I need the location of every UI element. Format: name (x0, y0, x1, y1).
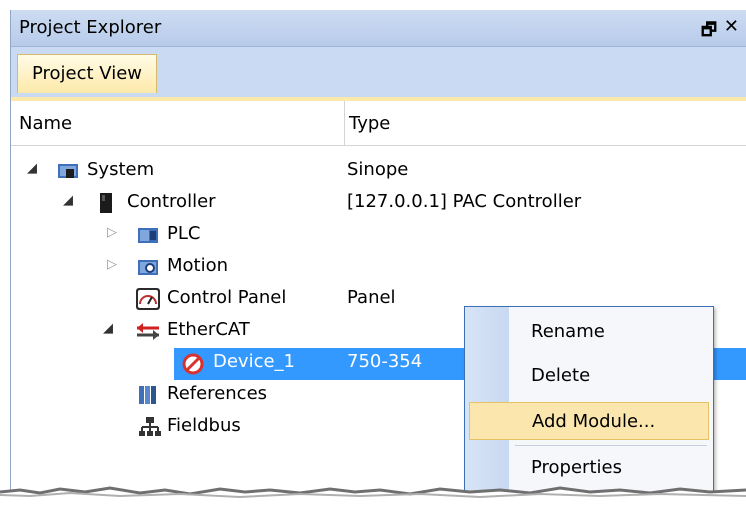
motion-icon (137, 256, 159, 278)
menu-item-properties[interactable]: Properties (469, 449, 707, 485)
tree-item-label: EtherCAT (167, 319, 250, 340)
column-header-name[interactable]: Name (19, 113, 72, 134)
expand-toggle-icon[interactable]: ◢ (63, 193, 73, 208)
tree-item-label: Device_1 (213, 351, 296, 372)
menu-separator (515, 445, 707, 446)
references-icon (137, 384, 159, 406)
context-menu: Rename Delete Add Module... Properties (464, 306, 714, 498)
ethercat-icon (135, 320, 161, 342)
tab-strip: Project View (11, 47, 746, 101)
collapse-toggle-icon[interactable]: ▷ (107, 225, 117, 240)
tree-item-motion[interactable]: ▷ Motion (11, 252, 746, 284)
menu-item-rename[interactable]: Rename (469, 313, 707, 349)
column-divider[interactable] (344, 101, 345, 145)
collapse-toggle-icon[interactable]: ▷ (107, 257, 117, 272)
column-header-type[interactable]: Type (349, 113, 390, 134)
tree-item-type: Sinope (347, 159, 409, 180)
column-headers: Name Type (11, 101, 746, 146)
tree-item-label: PLC (167, 223, 201, 244)
expand-toggle-icon[interactable]: ◢ (27, 161, 37, 176)
gauge-icon (135, 287, 161, 311)
plc-icon (137, 224, 159, 246)
panel-titlebar: Project Explorer 🗗 ✕ (11, 10, 746, 47)
menu-item-label: Add Module... (532, 411, 656, 432)
tree-item-label: Controller (127, 191, 216, 212)
menu-item-label: Rename (531, 321, 605, 342)
tree-item-label: Motion (167, 255, 229, 276)
tree-item-label: Control Panel (167, 287, 287, 308)
tree-item-controller[interactable]: ◢ Controller [127.0.0.1] PAC Controller (11, 188, 746, 220)
tree-item-label: Fieldbus (167, 415, 241, 436)
expand-toggle-icon[interactable]: ◢ (103, 321, 113, 336)
network-icon (139, 416, 161, 438)
tree-item-label: References (167, 383, 268, 404)
error-icon (181, 352, 205, 376)
float-icon[interactable]: 🗗 (701, 17, 717, 46)
tab-project-view[interactable]: Project View (17, 54, 158, 93)
tree-item-type: Panel (347, 287, 396, 308)
menu-item-add-module[interactable]: Add Module... (469, 402, 709, 440)
menu-item-delete[interactable]: Delete (469, 357, 707, 393)
menu-item-label: Properties (531, 457, 622, 478)
tab-label: Project View (32, 63, 143, 84)
close-icon[interactable]: ✕ (724, 16, 739, 37)
menu-item-label: Delete (531, 365, 591, 386)
panel-title: Project Explorer (19, 17, 162, 38)
tree-item-type: [127.0.0.1] PAC Controller (347, 191, 582, 212)
tree-item-plc[interactable]: ▷ PLC (11, 220, 746, 252)
torn-edge (0, 486, 746, 520)
tree-item-label: System (87, 159, 155, 180)
tree-item-type: 750-354 (347, 351, 423, 372)
system-icon (57, 160, 79, 182)
tree-item-system[interactable]: ◢ System Sinope (11, 156, 746, 188)
controller-icon (95, 192, 117, 214)
